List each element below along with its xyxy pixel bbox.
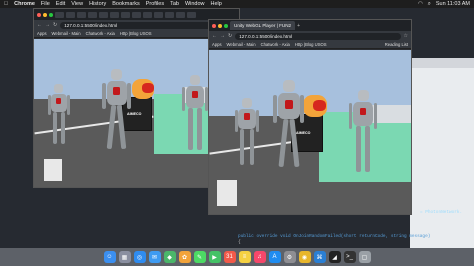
safari-icon[interactable]: ◎	[133, 251, 146, 263]
tab[interactable]	[176, 11, 185, 18]
minimize-icon[interactable]	[43, 12, 47, 17]
launchpad-icon[interactable]: ▦	[118, 251, 131, 263]
unity-icon[interactable]: ◢	[328, 251, 341, 263]
mail-icon[interactable]: ✉	[148, 251, 161, 263]
chrome-icon[interactable]: ◉	[298, 251, 311, 263]
notes-icon[interactable]: ≡	[238, 251, 251, 263]
bookmark-apps[interactable]: Apps	[212, 42, 222, 47]
bookmarks-bar: Apps Webmail - Main Chatwork - Axia Http…	[209, 41, 411, 49]
flower-decoration	[313, 100, 326, 111]
flower-decoration	[142, 83, 154, 93]
bookmark-webmail[interactable]: Webmail - Main	[52, 31, 81, 36]
robot-character	[349, 90, 377, 188]
bookmark-apps[interactable]: Apps	[37, 31, 47, 36]
tab[interactable]	[165, 11, 174, 18]
editor-side-panel	[410, 58, 474, 248]
robot-character	[273, 80, 305, 184]
robot-character	[182, 75, 208, 165]
photos-icon[interactable]: ✿	[178, 251, 191, 263]
close-icon[interactable]	[212, 23, 216, 28]
vscode-icon[interactable]: ⌘	[313, 251, 326, 263]
appstore-icon[interactable]: A	[268, 251, 281, 263]
search-icon[interactable]: ⌕	[428, 1, 431, 8]
zoom-icon[interactable]	[49, 12, 53, 17]
bookmark-blog[interactable]: Http (Blog USOS	[295, 42, 327, 47]
trash-icon[interactable]: ▢	[358, 251, 371, 263]
tab[interactable]	[154, 11, 163, 18]
menu-file[interactable]: File	[41, 1, 50, 7]
unity-game-canvas-front[interactable]: AIMECO	[209, 50, 411, 214]
apple-icon[interactable]: 	[4, 1, 8, 7]
facetime-icon[interactable]: ▶	[208, 251, 221, 263]
maps-icon[interactable]: ◆	[163, 251, 176, 263]
menu-edit[interactable]: Edit	[56, 1, 65, 7]
tab-unity-player[interactable]: Unity WebGL Player | FUN2	[230, 21, 296, 30]
code-line-method: public override void OnJoinRandomFailed(…	[238, 234, 431, 239]
back-icon[interactable]: ←	[37, 22, 42, 28]
tab-strip: Unity WebGL Player | FUN2 +	[209, 20, 411, 31]
tab[interactable]	[132, 11, 141, 18]
robot-character	[235, 98, 259, 176]
reload-icon[interactable]: ↻	[228, 33, 232, 39]
menu-history[interactable]: History	[89, 1, 106, 7]
address-bar-row: ← → ↻ 127.0.0.1:5500/index.html ☆	[209, 31, 411, 41]
robot-character	[48, 84, 70, 154]
tab[interactable]	[99, 11, 108, 18]
wifi-icon[interactable]: ◠	[418, 1, 423, 7]
bookmark-webmail[interactable]: Webmail - Main	[227, 42, 256, 47]
code-line-brace: {	[238, 240, 241, 245]
music-icon[interactable]: ♫	[253, 251, 266, 263]
menu-profiles[interactable]: Profiles	[146, 1, 164, 7]
forward-icon[interactable]: →	[45, 22, 50, 28]
tab[interactable]	[110, 11, 119, 18]
tab[interactable]	[66, 11, 75, 18]
tab[interactable]	[55, 11, 64, 18]
tab[interactable]	[88, 11, 97, 18]
tab[interactable]	[187, 11, 196, 18]
close-icon[interactable]	[37, 12, 41, 17]
robot-character	[102, 69, 132, 164]
forward-icon[interactable]: →	[220, 33, 225, 39]
messages-icon[interactable]: ✎	[193, 251, 206, 263]
new-tab-icon[interactable]: +	[297, 23, 300, 29]
bookmark-chatwork[interactable]: Chatwork - Axia	[261, 42, 290, 47]
menu-tab[interactable]: Tab	[170, 1, 179, 7]
bookmark-reading-list[interactable]: Reading List	[385, 42, 411, 47]
browser-window-front[interactable]: Unity WebGL Player | FUN2 + ← → ↻ 127.0.…	[208, 19, 412, 215]
menu-help[interactable]: Help	[211, 1, 222, 7]
code-fragment: = PhotonNetwork.	[420, 210, 463, 215]
menu-bookmarks[interactable]: Bookmarks	[112, 1, 140, 7]
tab[interactable]	[143, 11, 152, 18]
terminal-icon[interactable]: >_	[343, 251, 356, 263]
mac-dock: ☺ ▦ ◎ ✉ ◆ ✿ ✎ ▶ 31 ≡ ♫ A ⚙ ◉ ⌘ ◢ >_ ▢	[0, 248, 474, 266]
calendar-icon[interactable]: 31	[223, 251, 236, 263]
menu-clock[interactable]: Sun 11:03 AM	[436, 1, 470, 7]
star-icon[interactable]: ☆	[404, 33, 408, 39]
bookmark-chatwork[interactable]: Chatwork - Axia	[86, 31, 115, 36]
settings-icon[interactable]: ⚙	[283, 251, 296, 263]
menu-view[interactable]: View	[71, 1, 83, 7]
finder-icon[interactable]: ☺	[103, 251, 116, 263]
zoom-icon[interactable]	[224, 23, 228, 28]
minimize-icon[interactable]	[218, 23, 222, 28]
menu-window[interactable]: Window	[185, 1, 205, 7]
bookmark-blog[interactable]: Http (Blog USOS	[120, 31, 152, 36]
back-icon[interactable]: ←	[212, 33, 217, 39]
tab[interactable]	[121, 11, 130, 18]
url-field[interactable]: 127.0.0.1:5500/index.html	[235, 32, 401, 40]
reload-icon[interactable]: ↻	[53, 22, 57, 28]
tab[interactable]	[77, 11, 86, 18]
url-field[interactable]: 127.0.0.1:5500/index.html	[60, 21, 229, 29]
menu-app-name[interactable]: Chrome	[14, 1, 35, 7]
mac-menu-bar:  Chrome File Edit View History Bookmark…	[0, 0, 474, 8]
